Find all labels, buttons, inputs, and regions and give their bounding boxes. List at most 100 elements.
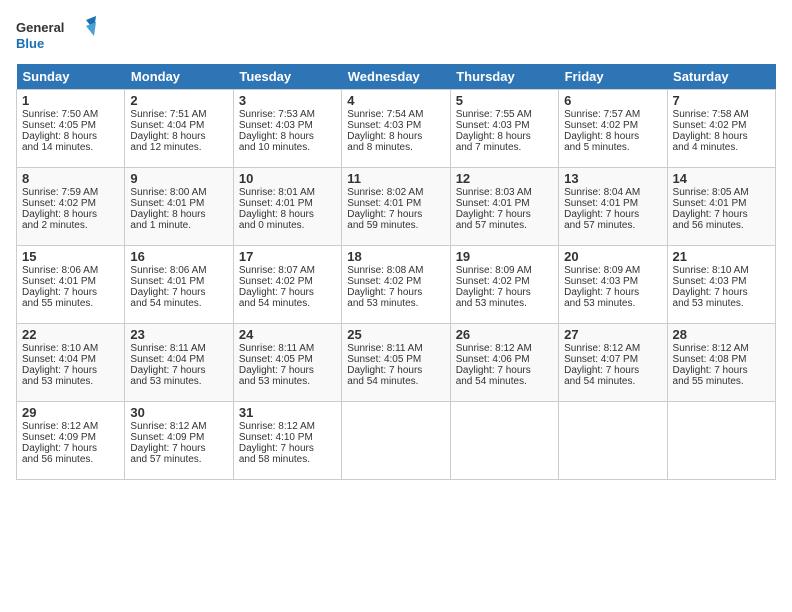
day-number: 17 (239, 249, 336, 264)
sunset-text: Sunset: 4:06 PM (456, 354, 530, 365)
sunrise-text: Sunrise: 8:12 AM (564, 343, 640, 354)
calendar-cell: 14Sunrise: 8:05 AMSunset: 4:01 PMDayligh… (667, 168, 775, 246)
sunrise-text: Sunrise: 8:11 AM (130, 343, 205, 354)
daylight-text: Daylight: 8 hours (673, 131, 748, 142)
daylight-text: Daylight: 7 hours (456, 209, 531, 220)
calendar-cell: 22Sunrise: 8:10 AMSunset: 4:04 PMDayligh… (17, 324, 125, 402)
sunrise-text: Sunrise: 8:09 AM (564, 265, 640, 276)
sunset-text: Sunset: 4:02 PM (456, 276, 530, 287)
sunrise-text: Sunrise: 8:04 AM (564, 187, 640, 198)
daylight-text: Daylight: 7 hours (673, 365, 748, 376)
day-number: 26 (456, 327, 553, 342)
day-number: 11 (347, 171, 444, 186)
calendar-cell: 8Sunrise: 7:59 AMSunset: 4:02 PMDaylight… (17, 168, 125, 246)
day-number: 3 (239, 93, 336, 108)
sunset-text: Sunset: 4:01 PM (347, 198, 421, 209)
calendar-cell: 29Sunrise: 8:12 AMSunset: 4:09 PMDayligh… (17, 402, 125, 480)
day-number: 14 (673, 171, 770, 186)
daylight-text: Daylight: 8 hours (456, 131, 531, 142)
calendar-cell: 26Sunrise: 8:12 AMSunset: 4:06 PMDayligh… (450, 324, 558, 402)
day-number: 15 (22, 249, 119, 264)
day-number: 13 (564, 171, 661, 186)
calendar-cell: 15Sunrise: 8:06 AMSunset: 4:01 PMDayligh… (17, 246, 125, 324)
sunrise-text: Sunrise: 8:10 AM (673, 265, 749, 276)
sunset-text: Sunset: 4:03 PM (673, 276, 747, 287)
daylight-text: Daylight: 7 hours (456, 365, 531, 376)
sunset-text: Sunset: 4:02 PM (564, 120, 638, 131)
day-number: 29 (22, 405, 119, 420)
daylight-text2: and 53 minutes. (130, 376, 201, 387)
day-number: 21 (673, 249, 770, 264)
daylight-text2: and 54 minutes. (239, 298, 310, 309)
sunrise-text: Sunrise: 7:57 AM (564, 109, 640, 120)
day-number: 4 (347, 93, 444, 108)
daylight-text: Daylight: 7 hours (239, 287, 314, 298)
sunset-text: Sunset: 4:08 PM (673, 354, 747, 365)
daylight-text2: and 59 minutes. (347, 220, 418, 231)
day-number: 10 (239, 171, 336, 186)
day-number: 24 (239, 327, 336, 342)
sunset-text: Sunset: 4:01 PM (130, 276, 204, 287)
calendar-cell: 4Sunrise: 7:54 AMSunset: 4:03 PMDaylight… (342, 90, 450, 168)
day-number: 18 (347, 249, 444, 264)
sunrise-text: Sunrise: 8:02 AM (347, 187, 423, 198)
calendar-cell: 12Sunrise: 8:03 AMSunset: 4:01 PMDayligh… (450, 168, 558, 246)
sunrise-text: Sunrise: 8:06 AM (22, 265, 98, 276)
sunrise-text: Sunrise: 7:58 AM (673, 109, 749, 120)
daylight-text2: and 53 minutes. (673, 298, 744, 309)
day-number: 28 (673, 327, 770, 342)
day-number: 22 (22, 327, 119, 342)
daylight-text2: and 55 minutes. (22, 298, 93, 309)
calendar-cell: 11Sunrise: 8:02 AMSunset: 4:01 PMDayligh… (342, 168, 450, 246)
daylight-text: Daylight: 7 hours (347, 209, 422, 220)
calendar-cell: 21Sunrise: 8:10 AMSunset: 4:03 PMDayligh… (667, 246, 775, 324)
header: General Blue (16, 16, 776, 56)
day-header-thursday: Thursday (450, 64, 558, 90)
daylight-text: Daylight: 7 hours (673, 209, 748, 220)
sunrise-text: Sunrise: 8:11 AM (239, 343, 314, 354)
daylight-text: Daylight: 7 hours (239, 365, 314, 376)
calendar-cell (450, 402, 558, 480)
daylight-text2: and 54 minutes. (347, 376, 418, 387)
daylight-text: Daylight: 7 hours (564, 209, 639, 220)
sunset-text: Sunset: 4:01 PM (130, 198, 204, 209)
sunset-text: Sunset: 4:05 PM (22, 120, 96, 131)
calendar-cell: 24Sunrise: 8:11 AMSunset: 4:05 PMDayligh… (233, 324, 341, 402)
sunrise-text: Sunrise: 8:05 AM (673, 187, 749, 198)
day-header-friday: Friday (559, 64, 667, 90)
daylight-text: Daylight: 7 hours (673, 287, 748, 298)
daylight-text: Daylight: 7 hours (347, 365, 422, 376)
sunset-text: Sunset: 4:05 PM (239, 354, 313, 365)
daylight-text: Daylight: 7 hours (239, 443, 314, 454)
daylight-text: Daylight: 8 hours (239, 131, 314, 142)
sunrise-text: Sunrise: 8:12 AM (22, 421, 98, 432)
sunset-text: Sunset: 4:01 PM (564, 198, 638, 209)
sunset-text: Sunset: 4:03 PM (239, 120, 313, 131)
day-number: 31 (239, 405, 336, 420)
sunset-text: Sunset: 4:09 PM (22, 432, 96, 443)
calendar-cell: 13Sunrise: 8:04 AMSunset: 4:01 PMDayligh… (559, 168, 667, 246)
sunset-text: Sunset: 4:04 PM (130, 354, 204, 365)
sunrise-text: Sunrise: 8:08 AM (347, 265, 423, 276)
daylight-text2: and 53 minutes. (456, 298, 527, 309)
sunrise-text: Sunrise: 8:10 AM (22, 343, 98, 354)
daylight-text2: and 53 minutes. (564, 298, 635, 309)
daylight-text2: and 0 minutes. (239, 220, 305, 231)
calendar-cell (559, 402, 667, 480)
sunset-text: Sunset: 4:09 PM (130, 432, 204, 443)
daylight-text2: and 5 minutes. (564, 142, 630, 153)
sunset-text: Sunset: 4:01 PM (456, 198, 530, 209)
day-number: 9 (130, 171, 227, 186)
sunrise-text: Sunrise: 7:54 AM (347, 109, 423, 120)
general-blue-logo: General Blue (16, 16, 96, 56)
day-number: 23 (130, 327, 227, 342)
daylight-text2: and 10 minutes. (239, 142, 310, 153)
daylight-text: Daylight: 7 hours (130, 443, 205, 454)
daylight-text: Daylight: 8 hours (22, 209, 97, 220)
day-number: 12 (456, 171, 553, 186)
daylight-text2: and 54 minutes. (130, 298, 201, 309)
sunset-text: Sunset: 4:01 PM (239, 198, 313, 209)
sunrise-text: Sunrise: 8:07 AM (239, 265, 315, 276)
sunrise-text: Sunrise: 7:55 AM (456, 109, 532, 120)
daylight-text: Daylight: 7 hours (22, 365, 97, 376)
